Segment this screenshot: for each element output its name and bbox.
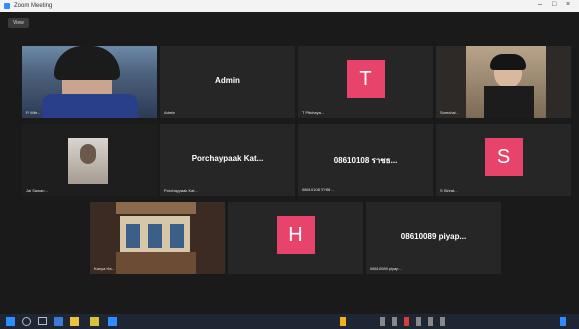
zoom-taskbar-icon[interactable] bbox=[90, 317, 99, 326]
app-taskbar-icon[interactable] bbox=[108, 317, 117, 326]
minimize-icon[interactable]: – bbox=[538, 1, 542, 8]
task-view-icon[interactable] bbox=[38, 317, 47, 325]
window-titlebar: Zoom Meeting – □ × bbox=[0, 0, 579, 12]
participant-video bbox=[22, 46, 157, 118]
participant-name-caption: Porchaypaak Kat... bbox=[164, 188, 198, 193]
participant-name-caption: S Sirirat... bbox=[440, 188, 458, 193]
windows-taskbar bbox=[0, 314, 579, 329]
participant-name-caption: Jai Sawan... bbox=[26, 188, 48, 193]
participant-name-caption: P. Mitr... bbox=[26, 110, 41, 115]
participant-tile-video-active[interactable]: Jai Sawan... bbox=[22, 124, 157, 196]
tray-icon[interactable] bbox=[380, 317, 385, 326]
participant-tile-video[interactable]: Somchai... bbox=[436, 46, 571, 118]
participant-display-name: 08610089 piyap... bbox=[400, 232, 467, 241]
participant-display-name: Admin bbox=[215, 76, 240, 85]
weather-icon[interactable] bbox=[340, 317, 346, 326]
participant-tile[interactable]: Porchaypaak Kat... Porchaypaak Kat... bbox=[160, 124, 295, 196]
tray-icon[interactable] bbox=[404, 317, 409, 326]
participant-name-caption: Admin bbox=[164, 110, 176, 115]
participant-name-caption: T Pitchaya... bbox=[302, 110, 325, 115]
participant-display-name: Porchaypaak Kat... bbox=[191, 154, 264, 163]
participant-name-caption: Somchai... bbox=[440, 110, 459, 115]
network-icon[interactable] bbox=[428, 317, 433, 326]
participant-tile-video[interactable]: Kanya Ha... bbox=[90, 202, 225, 274]
volume-icon[interactable] bbox=[440, 317, 445, 326]
maximize-icon[interactable]: □ bbox=[552, 1, 556, 8]
participant-video bbox=[90, 202, 225, 274]
participant-name-caption: 08610108 ราชธ... bbox=[302, 187, 334, 192]
participant-tile-video[interactable]: P. Mitr... bbox=[22, 46, 157, 118]
participant-avatar: S bbox=[484, 138, 523, 176]
view-button[interactable]: View bbox=[8, 18, 29, 28]
window-title: Zoom Meeting bbox=[14, 3, 53, 9]
file-explorer-icon[interactable] bbox=[70, 317, 79, 326]
participant-tile[interactable]: 08610089 piyap... 08610089 piyap... bbox=[366, 202, 501, 274]
participant-tile[interactable]: S S Sirirat... bbox=[436, 124, 571, 196]
tray-icon[interactable] bbox=[416, 317, 421, 326]
tray-icon[interactable] bbox=[392, 317, 397, 326]
participant-name-caption: 08610089 piyap... bbox=[370, 266, 402, 271]
participant-video bbox=[436, 46, 571, 118]
participant-tile[interactable]: T T Pitchaya... bbox=[298, 46, 433, 118]
participant-tile[interactable]: H bbox=[228, 202, 363, 274]
participant-avatar: T bbox=[346, 60, 385, 98]
zoom-app-icon bbox=[4, 3, 10, 9]
search-icon[interactable] bbox=[22, 317, 31, 326]
participant-tile[interactable]: Admin Admin bbox=[160, 46, 295, 118]
close-icon[interactable]: × bbox=[566, 1, 570, 8]
edge-icon[interactable] bbox=[54, 317, 63, 326]
start-menu-icon[interactable] bbox=[6, 317, 15, 326]
video-gallery: View P. Mitr... Admin Admin T T Pitchaya… bbox=[0, 12, 579, 314]
participant-tile[interactable]: 08610108 ราชธ... 08610108 ราชธ... bbox=[298, 124, 433, 196]
participant-video bbox=[22, 124, 157, 196]
notification-icon[interactable] bbox=[560, 317, 566, 326]
participant-avatar: H bbox=[276, 216, 315, 254]
participant-display-name: 08610108 ราชธ... bbox=[333, 156, 398, 165]
participant-name-caption: Kanya Ha... bbox=[94, 266, 115, 271]
